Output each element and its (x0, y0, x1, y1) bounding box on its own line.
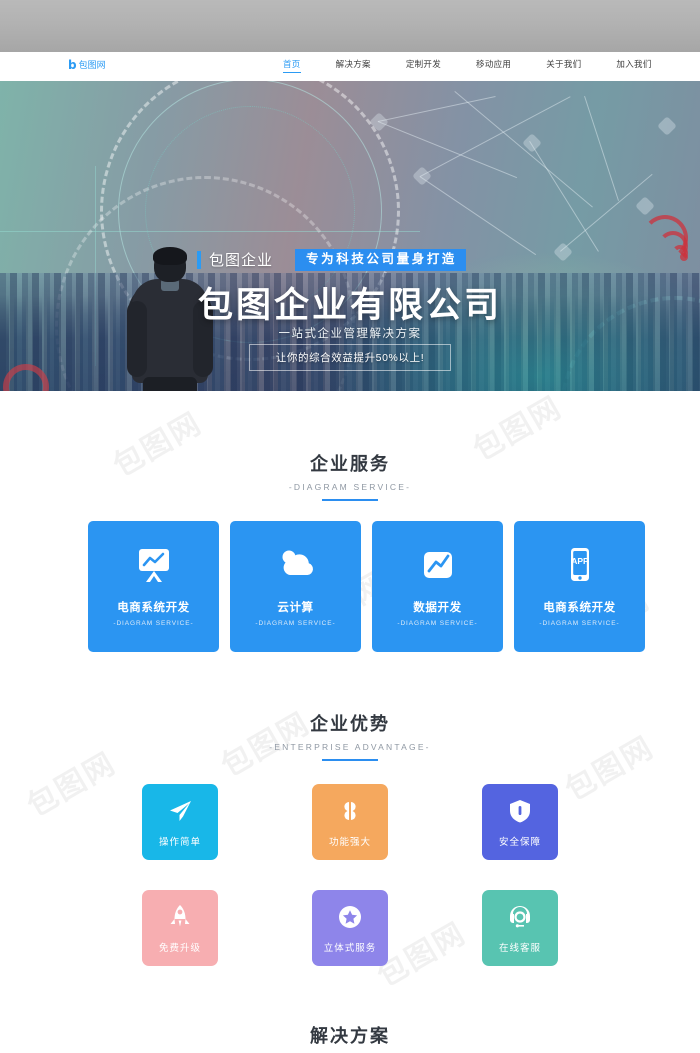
advantage-tile-label: 在线客服 (498, 943, 541, 954)
mobile-app-icon: APP (560, 545, 600, 585)
four-petals-icon (337, 798, 363, 824)
advantage-tile-free-upgrade[interactable]: 免费升级 (142, 890, 218, 966)
star-circle-icon (337, 904, 363, 930)
service-card-label: 数据开发 (413, 602, 462, 614)
service-card-sublabel: -DIAGRAM SERVICE- (539, 620, 620, 627)
advantages-tile-grid: 操作简单 功能强大 安全保障 免费升级 立体式服务 在线客服 (142, 784, 562, 966)
advantages-subtitle: -ENTERPRISE ADVANTAGE- (269, 742, 431, 752)
services-accent-rule (322, 499, 378, 501)
services-card-grid: 电商系统开发 -DIAGRAM SERVICE- 云计算 -DIAGRAM SE… (88, 521, 645, 652)
advantages-title: 企业优势 (310, 714, 390, 734)
service-card-label: 电商系统开发 (117, 602, 190, 614)
service-card-data-dev[interactable]: 数据开发 -DIAGRAM SERVICE- (372, 521, 503, 652)
nav-item-home[interactable]: 首页 (283, 58, 301, 73)
advantage-tile-label: 功能强大 (328, 837, 371, 848)
hero-cta-button[interactable]: 让你的综合效益提升50%以上! (248, 344, 452, 371)
hero-subtitle: 一站式企业管理解决方案 (278, 328, 422, 340)
chart-square-icon (418, 545, 458, 585)
logo-b-icon: b (68, 58, 77, 72)
services-subtitle: -DIAGRAM SERVICE- (288, 482, 412, 492)
nav-item-about-us[interactable]: 关于我们 (546, 58, 581, 73)
solutions-title: 解决方案 (310, 1026, 390, 1046)
cloud-icon (276, 545, 316, 585)
advantage-tile-label: 立体式服务 (323, 943, 377, 954)
advantage-tile-label: 免费升级 (158, 943, 201, 954)
hero-tagline-row: 包图企业 专为科技公司量身打造 (197, 249, 467, 271)
solutions-section-header: 解决方案 (0, 1022, 700, 1048)
advantage-tile-3d-service[interactable]: 立体式服务 (312, 890, 388, 966)
advantage-tile-powerful[interactable]: 功能强大 (312, 784, 388, 860)
service-card-sublabel: -DIAGRAM SERVICE- (113, 620, 194, 627)
rocket-icon (167, 904, 193, 930)
nav-item-mobile-apps[interactable]: 移动应用 (476, 58, 511, 73)
advantage-tile-easy-to-use[interactable]: 操作简单 (142, 784, 218, 860)
service-card-sublabel: -DIAGRAM SERVICE- (397, 620, 478, 627)
headset-icon (507, 904, 533, 930)
advantages-accent-rule (322, 759, 378, 761)
service-card-sublabel: -DIAGRAM SERVICE- (255, 620, 336, 627)
hero-tagline-text: 包图企业 (209, 252, 274, 270)
advantage-tile-online-support[interactable]: 在线客服 (482, 890, 558, 966)
advantage-tile-label: 操作简单 (158, 837, 201, 848)
service-card-label: 云计算 (277, 602, 314, 614)
hero-tagline: 包图企业 (197, 249, 273, 270)
hero-tagline-accent-bar (197, 250, 201, 269)
hero-cta-wrapper: 让你的综合效益提升50%以上! (0, 344, 700, 371)
hero-text-block: 包图企业 专为科技公司量身打造 包图企业有限公司 一站式企业管理解决方案 让你的… (0, 81, 700, 391)
advantage-tile-security[interactable]: 安全保障 (482, 784, 558, 860)
logo-text: 包图网 (78, 59, 106, 70)
hero-banner: 包图企业 专为科技公司量身打造 包图企业有限公司 一站式企业管理解决方案 让你的… (0, 81, 700, 391)
svg-text:APP: APP (571, 556, 589, 566)
page-root: b 包图网 首页 解决方案 定制开发 移动应用 关于我们 加入我们 包图企业 专… (0, 0, 700, 1053)
site-logo[interactable]: b 包图网 (68, 59, 106, 71)
paper-plane-icon (167, 798, 193, 824)
services-section-header: 企业服务 -DIAGRAM SERVICE- (0, 450, 700, 501)
nav-menu: 首页 解决方案 定制开发 移动应用 关于我们 加入我们 (283, 58, 652, 73)
nav-item-join-us[interactable]: 加入我们 (616, 58, 651, 73)
service-card-mobile-app-dev[interactable]: APP 电商系统开发 -DIAGRAM SERVICE- (514, 521, 645, 652)
service-card-ecommerce-dev[interactable]: 电商系统开发 -DIAGRAM SERVICE- (88, 521, 219, 652)
service-card-cloud-computing[interactable]: 云计算 -DIAGRAM SERVICE- (230, 521, 361, 652)
shield-icon (507, 798, 533, 824)
nav-item-solutions[interactable]: 解决方案 (336, 58, 371, 73)
presentation-chart-icon (134, 545, 174, 585)
hero-title: 包图企业有限公司 (197, 286, 502, 325)
browser-chrome-band (0, 0, 700, 52)
advantage-tile-label: 安全保障 (498, 837, 541, 848)
hero-badge: 专为科技公司量身打造 (295, 249, 467, 271)
advantages-section-header: 企业优势 -ENTERPRISE ADVANTAGE- (0, 710, 700, 761)
nav-item-custom-dev[interactable]: 定制开发 (406, 58, 441, 73)
service-card-label: 电商系统开发 (543, 602, 616, 614)
services-title: 企业服务 (310, 454, 390, 474)
